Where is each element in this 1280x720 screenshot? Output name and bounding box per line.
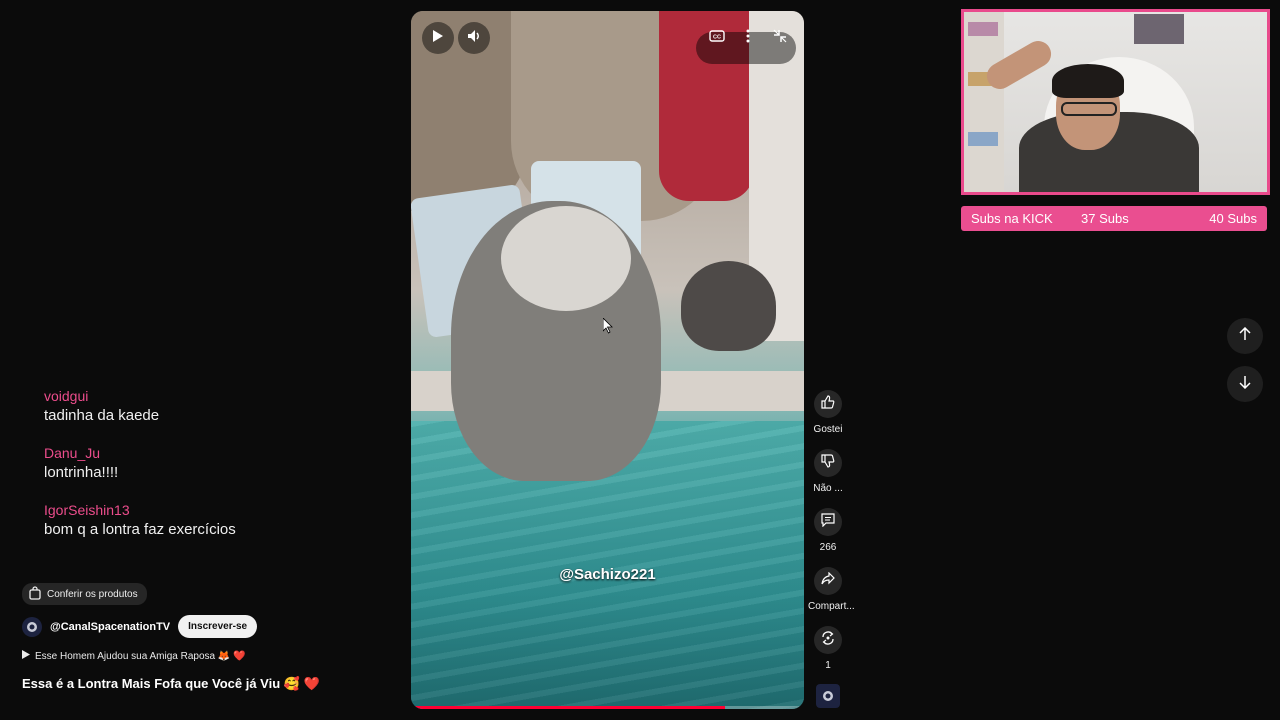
products-label: Conferir os produtos [47,588,138,600]
mouse-cursor-icon [602,317,613,339]
video-progress-bar[interactable] [411,706,804,709]
chat-username: voidgui [44,388,89,404]
remix-icon [821,630,835,650]
chat-text: bom q a lontra faz exercícios [44,521,236,538]
comments-count: 266 [819,542,837,553]
subs-goal-label: Subs na KICK [971,211,1053,226]
channel-row: @CanalSpacenationTV Inscrever-se [22,615,258,638]
short-video-player[interactable]: @Sachizo221 CC [411,11,804,709]
video-title: Essa é a Lontra Mais Fofa que Você já Vi… [22,676,320,691]
chat-text: lontrinha!!!! [44,464,119,481]
like-button[interactable] [814,390,842,418]
products-button[interactable]: Conferir os produtos [22,583,147,605]
streamer-glasses [1061,102,1117,116]
remix-action[interactable]: 1 [808,626,848,671]
chat-message: IgorSeishin13 bom q a lontra faz exercíc… [44,502,384,540]
channel-avatar[interactable] [22,616,42,637]
webcam-background [968,22,998,36]
arrow-up-icon [1238,326,1252,346]
video-frame-detail [681,261,776,351]
share-button[interactable] [814,567,842,595]
thumbs-down-icon [821,453,835,473]
video-progress-fill [411,706,726,709]
related-video-link[interactable]: Esse Homem Ajudou sua Amiga Raposa 🦊 ❤️ [22,650,246,662]
share-arrow-icon [821,571,835,591]
subs-goal-target: 40 Subs [1209,211,1257,226]
more-vertical-icon [746,29,750,48]
like-action[interactable]: Gostei [808,390,848,435]
like-label: Gostei [813,424,843,435]
chat-username: IgorSeishin13 [44,502,130,518]
chat-message: voidgui tadinha da kaede [44,388,384,426]
webcam-background [1134,14,1184,44]
streamer-hair [1052,64,1124,98]
arrow-down-icon [1238,375,1252,394]
collapse-icon [773,29,787,48]
dislike-action[interactable]: Não ... [808,449,848,494]
subs-goal-bar: Subs na KICK 37 Subs 40 Subs [961,206,1267,231]
channel-name[interactable]: @CanalSpacenationTV [50,621,170,633]
play-triangle-icon [22,650,30,662]
webcam-background [964,12,1004,192]
thumbs-up-icon [821,394,835,414]
chat-overlay: voidgui tadinha da kaede Danu_Ju lontrin… [44,388,384,559]
share-label: Compart... [808,601,855,612]
webcam-feed [961,9,1270,195]
remix-count: 1 [825,660,831,671]
svg-text:CC: CC [713,35,721,41]
subscribe-button[interactable]: Inscrever-se [178,615,258,638]
dislike-label: Não ... [813,483,843,494]
play-button[interactable] [422,22,454,54]
previous-video-button[interactable] [1227,318,1263,354]
exit-fullscreen-button[interactable] [764,22,796,54]
remix-button[interactable] [814,626,842,654]
video-watermark: @Sachizo221 [559,566,656,583]
captions-button[interactable]: CC [701,22,733,54]
comments-action[interactable]: 266 [808,508,848,553]
play-icon [432,29,444,48]
comments-button[interactable] [814,508,842,536]
related-video-title: Esse Homem Ajudou sua Amiga Raposa 🦊 ❤️ [35,650,246,662]
subs-goal-current: 37 Subs [1081,211,1129,226]
share-action[interactable]: Compart... [808,567,855,612]
otter-head [501,206,631,311]
more-options-button[interactable] [732,22,764,54]
shopping-bag-icon [28,585,42,603]
volume-icon [467,29,481,48]
captions-icon: CC [709,29,725,47]
comment-icon [821,512,835,532]
webcam-background [968,132,998,146]
dislike-button[interactable] [814,449,842,477]
next-video-button[interactable] [1227,366,1263,402]
chat-message: Danu_Ju lontrinha!!!! [44,445,384,483]
chat-username: Danu_Ju [44,445,101,461]
chat-text: tadinha da kaede [44,407,160,424]
audio-channel-thumbnail[interactable] [816,684,840,708]
stream-stage: voidgui tadinha da kaede Danu_Ju lontrin… [0,0,1280,720]
mute-button[interactable] [458,22,490,54]
